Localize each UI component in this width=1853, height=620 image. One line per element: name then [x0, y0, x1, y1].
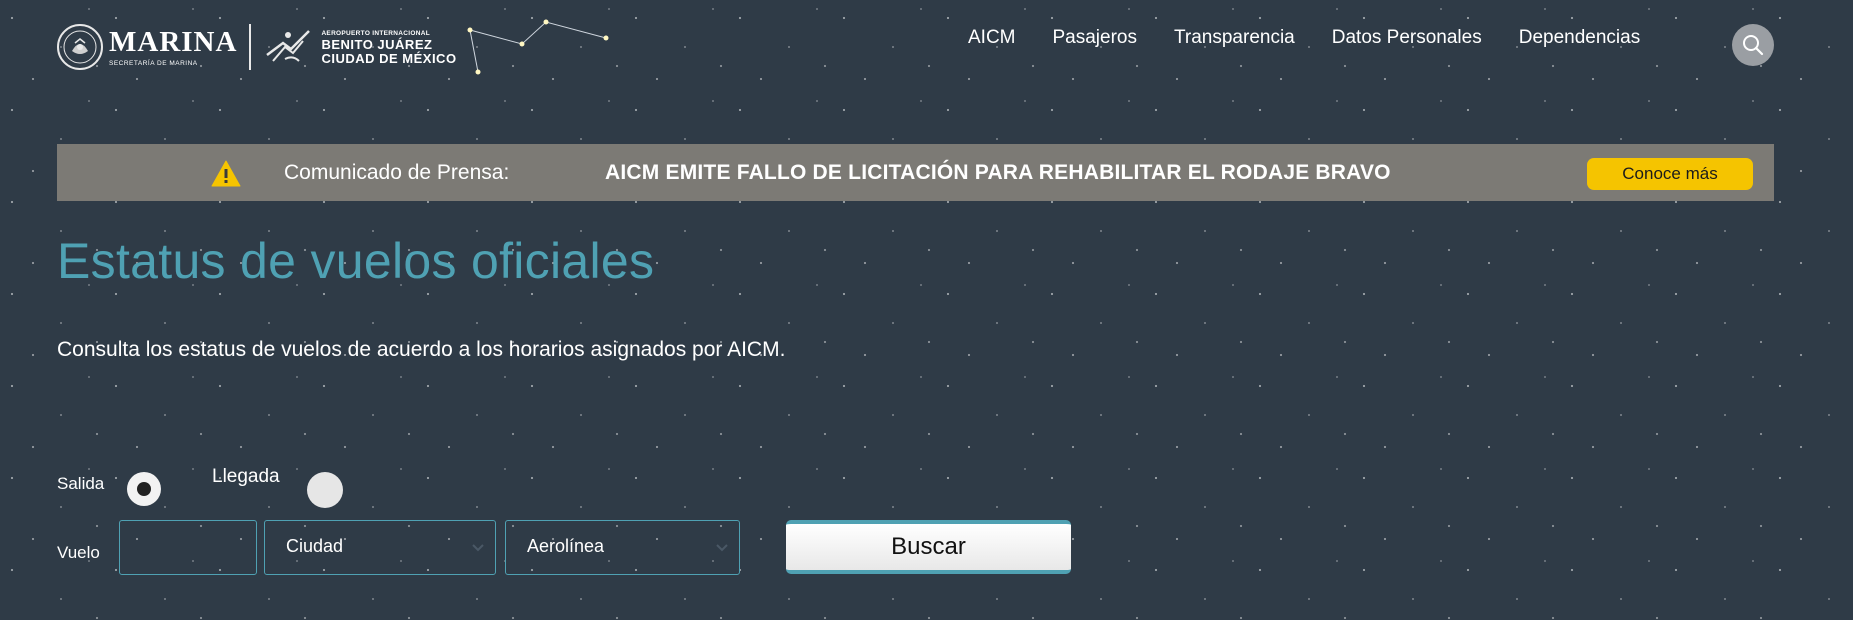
nav-item-datos-personales[interactable]: Datos Personales — [1332, 26, 1482, 50]
city-select[interactable]: Ciudad — [264, 520, 496, 575]
search-flights-button[interactable]: Buscar — [786, 520, 1071, 574]
press-headline[interactable]: AICM EMITE FALLO DE LICITACIÓN PARA REHA… — [605, 161, 1391, 185]
plane-logo-icon — [266, 30, 311, 62]
llegada-radio[interactable] — [307, 472, 343, 508]
nav-item-dependencias[interactable]: Dependencias — [1519, 26, 1640, 50]
vuelo-label: Vuelo — [57, 543, 100, 562]
aicm-logo-line2: BENITO JUÁREZ — [321, 36, 433, 52]
city-select-value: Ciudad — [286, 536, 344, 556]
aicm-logo-line3: CIUDAD DE MÉXICO — [321, 50, 457, 66]
page-title: Estatus de vuelos oficiales — [57, 233, 655, 289]
airline-select[interactable]: Aerolínea — [505, 520, 740, 575]
nav-item-pasajeros[interactable]: Pasajeros — [1053, 26, 1138, 50]
press-label: Comunicado de Prensa: — [284, 161, 510, 184]
nav-item-aicm[interactable]: AICM — [968, 26, 1016, 50]
logo-divider — [249, 24, 252, 70]
chevron-down-icon — [472, 544, 484, 552]
national-seal-icon — [57, 24, 103, 70]
warning-icon — [211, 160, 241, 187]
constellation-decoration — [467, 19, 609, 75]
search-icon — [1743, 35, 1764, 56]
nav-item-transparencia[interactable]: Transparencia — [1174, 26, 1295, 50]
search-button[interactable] — [1732, 24, 1774, 66]
aicm-logo: AEROPUERTO INTERNACIONAL BENITO JUÁREZ C… — [321, 29, 456, 66]
salida-label: Salida — [57, 474, 105, 493]
flight-number-input[interactable] — [119, 520, 257, 575]
airline-select-value: Aerolínea — [527, 536, 605, 556]
page-description: Consulta los estatus de vuelos de acuerd… — [57, 338, 786, 361]
press-release-banner: Comunicado de Prensa: AICM EMITE FALLO D… — [57, 144, 1774, 201]
main-nav: AICM Pasajeros Transparencia Datos Perso… — [968, 26, 1677, 50]
llegada-label: Llegada — [212, 466, 280, 487]
header-logos[interactable]: MARINA SECRETARÍA DE MARINA AEROPUERTO I… — [57, 18, 457, 76]
marina-logo-subtitle: SECRETARÍA DE MARINA — [109, 59, 198, 67]
salida-radio[interactable] — [127, 472, 161, 506]
chevron-down-icon — [716, 544, 728, 552]
marina-logo-title: MARINA — [109, 25, 238, 58]
marina-logo: MARINA SECRETARÍA DE MARINA — [109, 27, 237, 68]
radio-selected-dot — [137, 482, 151, 496]
learn-more-button[interactable]: Conoce más — [1587, 158, 1753, 190]
